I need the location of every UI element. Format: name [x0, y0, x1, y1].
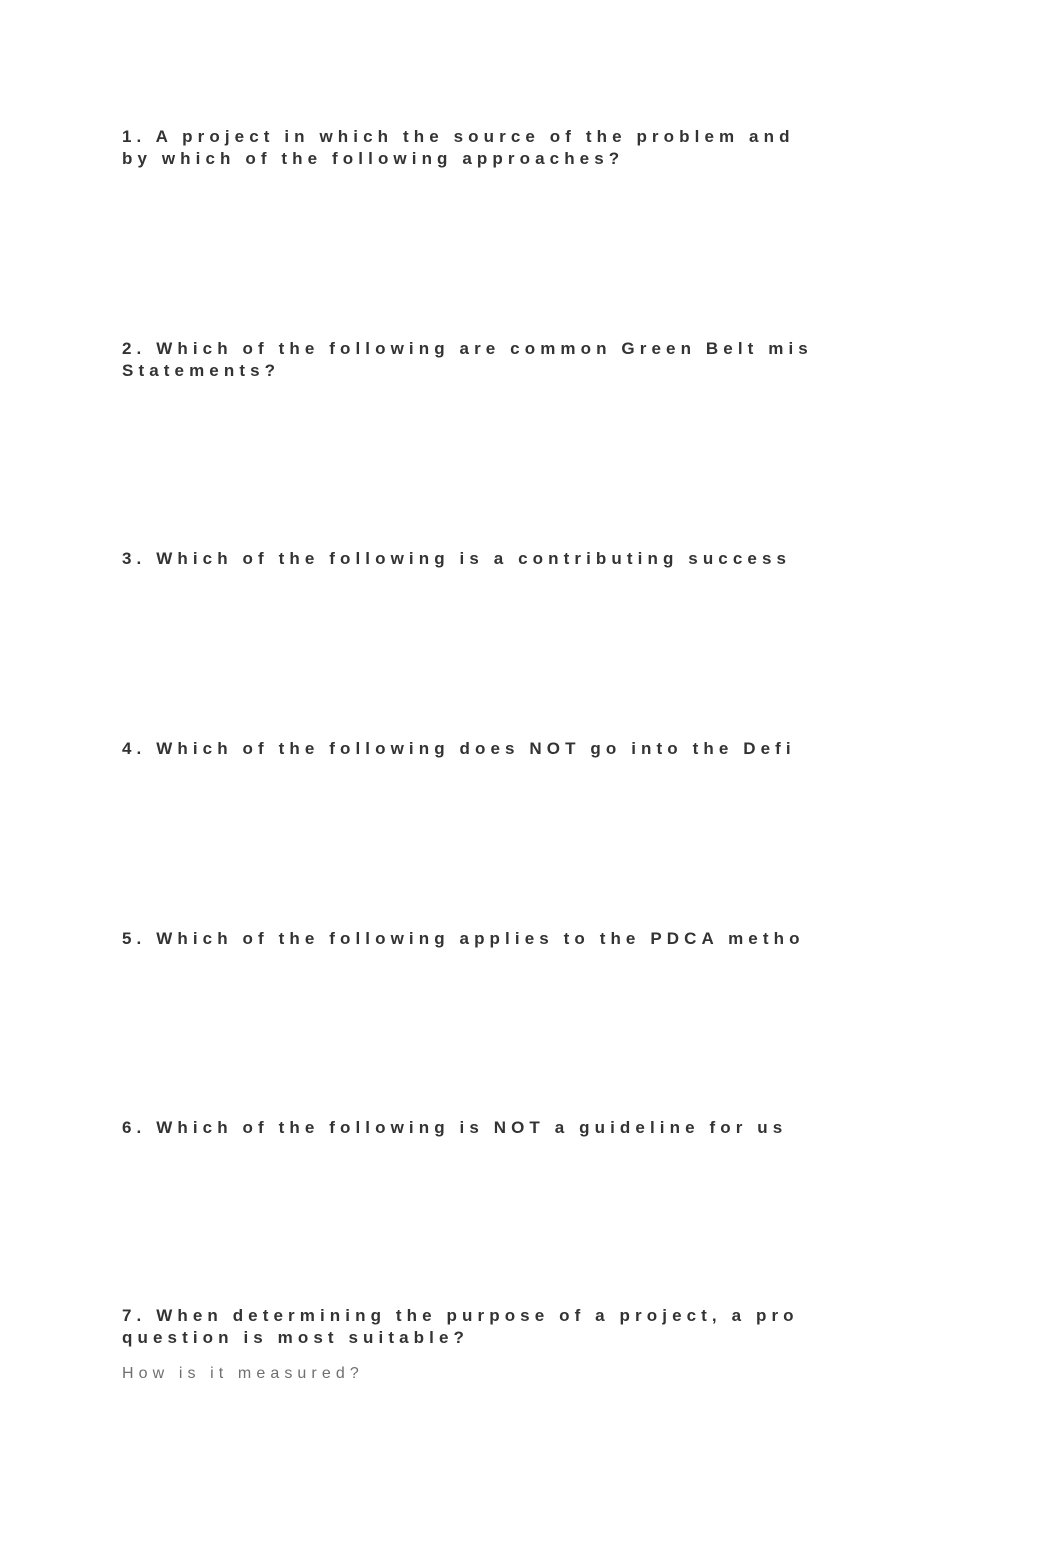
question-text-line: 5. Which of the following applies to the…	[122, 929, 805, 948]
question-text-line: by which of the following approaches?	[122, 149, 625, 168]
question-item-2: 2. Which of the following are common Gre…	[122, 338, 813, 382]
question-text-line: Statements?	[122, 361, 281, 380]
answer-text-line: How is it measured?	[122, 1365, 364, 1382]
question-text-line: 1. A project in which the source of the …	[122, 127, 795, 146]
question-text-line: question is most suitable?	[122, 1328, 470, 1347]
question-item-4: 4. Which of the following does NOT go in…	[122, 738, 796, 760]
question-item-1: 1. A project in which the source of the …	[122, 126, 795, 170]
question-text-line: 3. Which of the following is a contribut…	[122, 549, 792, 568]
question-text-line: 2. Which of the following are common Gre…	[122, 339, 813, 358]
document-page: 1. A project in which the source of the …	[0, 0, 1062, 1556]
question-item-5: 5. Which of the following applies to the…	[122, 928, 805, 950]
question-text-line: 6. Which of the following is NOT a guide…	[122, 1118, 788, 1137]
question-item-6: 6. Which of the following is NOT a guide…	[122, 1117, 787, 1139]
answer-item-7: How is it measured?	[122, 1363, 364, 1385]
question-text-line: 7. When determining the purpose of a pro…	[122, 1306, 799, 1325]
question-item-3: 3. Which of the following is a contribut…	[122, 548, 791, 570]
question-text-line: 4. Which of the following does NOT go in…	[122, 739, 796, 758]
question-item-7: 7. When determining the purpose of a pro…	[122, 1305, 799, 1349]
